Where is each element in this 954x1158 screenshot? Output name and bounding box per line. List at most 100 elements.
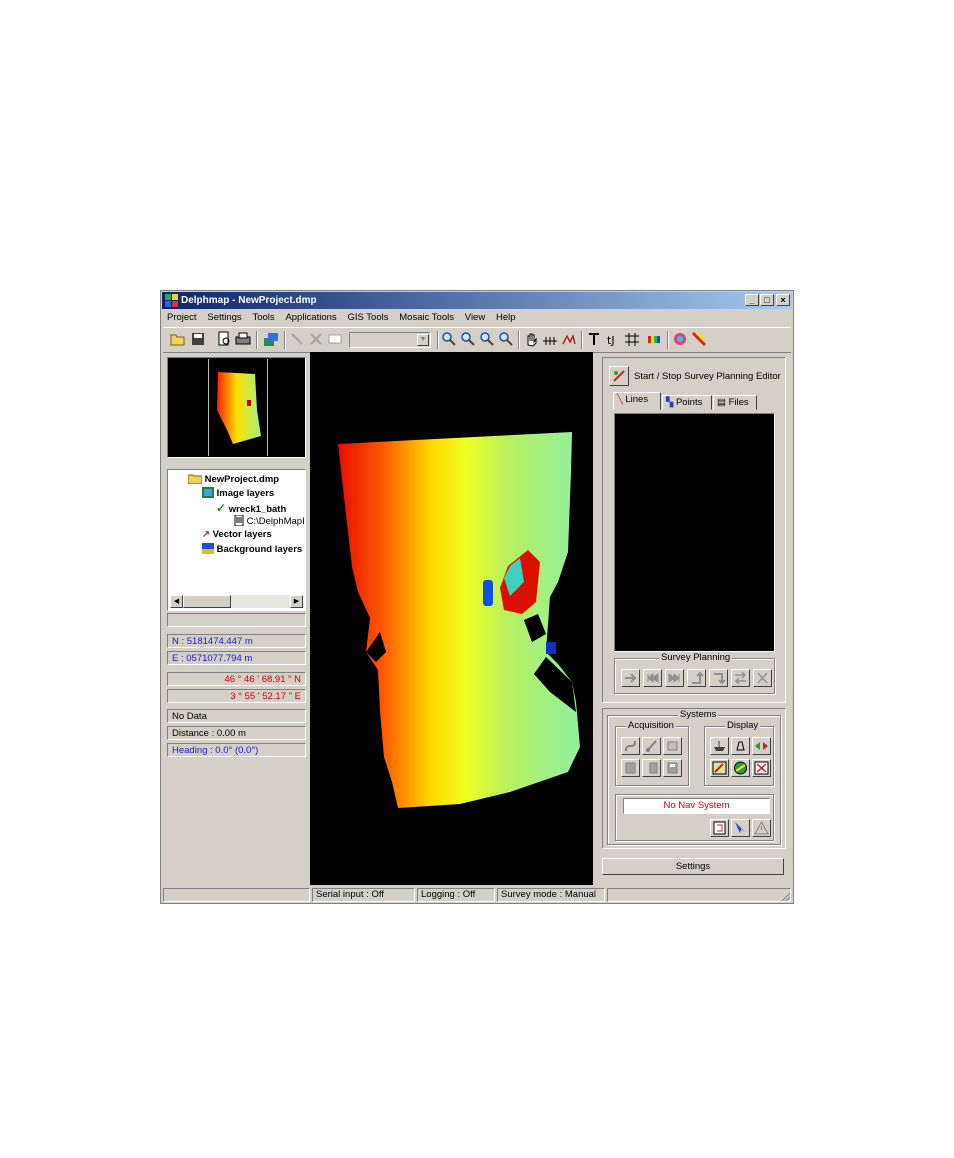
survey-editor-toggle-button[interactable] — [609, 366, 629, 386]
systems-group: Systems Acquisition Display No Nav Syste… — [607, 709, 781, 845]
survey-lines-list[interactable] — [614, 413, 775, 652]
heading-readout: Heading : 0.0° (0.0°) — [167, 743, 306, 757]
acquisition-button-6[interactable] — [663, 759, 682, 777]
settings-button[interactable]: Settings — [602, 858, 784, 875]
measure-icon[interactable] — [561, 331, 577, 347]
tab-points[interactable]: ▚ Points — [662, 395, 712, 410]
bell-icon — [736, 741, 745, 751]
skip-back-icon — [647, 672, 659, 684]
display-anchor-button[interactable] — [731, 737, 750, 755]
layer-select[interactable]: ▼ — [349, 332, 431, 348]
display-label: Display — [725, 720, 761, 731]
pointer-tool-icon[interactable] — [586, 331, 602, 347]
zoom-out-icon[interactable] — [479, 331, 495, 347]
resize-grip-icon[interactable] — [779, 890, 791, 902]
line-icon: ╲ — [617, 394, 623, 405]
first-button[interactable] — [643, 669, 662, 687]
north-coordinate: N : 5181474.447 m — [167, 634, 306, 648]
nav-config-icon — [713, 821, 726, 835]
rectangle-icon[interactable] — [327, 331, 343, 347]
tree-item-image-layers[interactable]: Image layers — [202, 487, 274, 499]
grid-icon[interactable] — [624, 331, 640, 347]
color-scale-icon[interactable] — [647, 331, 663, 347]
map-icon — [712, 761, 727, 775]
menu-project[interactable]: Project — [163, 310, 201, 325]
acquisition-button-4[interactable] — [621, 759, 640, 777]
shading-icon[interactable] — [691, 331, 707, 347]
turn-right-button[interactable] — [709, 669, 728, 687]
maximize-button[interactable]: □ — [760, 294, 774, 306]
scroll-thumb[interactable] — [183, 595, 231, 608]
tab-files[interactable]: ▤ Files — [713, 395, 757, 410]
stack-icon — [667, 741, 678, 751]
menu-mosaic-tools[interactable]: Mosaic Tools — [395, 310, 458, 325]
survey-planning-panel: Start / Stop Survey Planning Editor ╲ Li… — [602, 357, 786, 703]
title-bar: Delphmap - NewProject.dmp _ □ × — [162, 292, 792, 309]
draw-line-icon[interactable] — [289, 331, 305, 347]
save-icon[interactable] — [190, 331, 206, 347]
minimize-button[interactable]: _ — [745, 294, 759, 306]
acquisition-button-5[interactable] — [642, 759, 661, 777]
menu-help[interactable]: Help — [492, 310, 520, 325]
menu-view[interactable]: View — [461, 310, 489, 325]
close-button[interactable]: × — [776, 294, 790, 306]
display-map-button[interactable] — [710, 759, 729, 777]
nav-pointer-button[interactable] — [731, 819, 750, 837]
menu-settings[interactable]: Settings — [203, 310, 245, 325]
swap-button[interactable] — [731, 669, 750, 687]
last-button[interactable] — [665, 669, 684, 687]
text-tool-icon[interactable]: tJ — [605, 331, 621, 347]
chevron-down-icon[interactable]: ▼ — [417, 334, 429, 346]
tab-lines[interactable]: ╲ Lines — [613, 392, 661, 410]
display-globe-button[interactable] — [731, 759, 750, 777]
tree-item-background-layers[interactable]: Background layers — [202, 543, 302, 555]
scroll-right-icon[interactable]: ▶ — [290, 595, 303, 608]
longitude: 3 ° 55 ' 52.17 " E — [167, 689, 306, 703]
zoom-all-icon[interactable] — [441, 331, 457, 347]
acquisition-button-2[interactable] — [642, 737, 661, 755]
acquisition-group: Acquisition — [615, 720, 689, 786]
display-grid-button[interactable] — [752, 759, 771, 777]
pixel-value: No Data — [167, 709, 306, 723]
acquisition-label: Acquisition — [626, 720, 676, 731]
globe-icon — [734, 761, 747, 775]
delete-icon[interactable] — [308, 331, 324, 347]
print-preview-icon[interactable] — [216, 331, 232, 347]
tree-item-wreck-layer[interactable]: ✓ wreck1_bath — [216, 501, 286, 515]
brush-icon — [646, 740, 657, 752]
tree-horizontal-scrollbar[interactable]: ◀ ▶ — [170, 595, 303, 608]
display-boat-button[interactable] — [710, 737, 729, 755]
map-view[interactable] — [310, 352, 593, 885]
pan-hand-icon[interactable] — [523, 331, 539, 347]
tree-item-file[interactable]: C:\DelphMapI — [234, 514, 305, 527]
menu-applications[interactable]: Applications — [281, 310, 340, 325]
next-arrow-button[interactable] — [621, 669, 640, 687]
tree-label-file: C:\DelphMapI — [246, 516, 305, 527]
zoom-window-icon[interactable] — [498, 331, 514, 347]
print-icon[interactable] — [235, 331, 251, 347]
delete-line-button[interactable] — [753, 669, 772, 687]
survey-mode-status: Survey mode : Manual — [497, 888, 605, 902]
acquisition-button-3[interactable] — [663, 737, 682, 755]
nav-warning-button[interactable] — [752, 819, 771, 837]
checkmark-icon[interactable]: ✓ — [216, 501, 226, 515]
serial-input-status: Serial input : Off — [312, 888, 415, 902]
scroll-left-icon[interactable]: ◀ — [170, 595, 183, 608]
layer-export-icon[interactable] — [263, 331, 279, 347]
document-icon — [234, 514, 244, 527]
overview-map[interactable] — [167, 357, 306, 458]
status-panel-right — [607, 888, 791, 902]
palette-icon[interactable] — [672, 331, 688, 347]
turn-left-button[interactable] — [687, 669, 706, 687]
menu-tools[interactable]: Tools — [248, 310, 278, 325]
acquisition-button-1[interactable] — [621, 737, 640, 755]
profile-icon[interactable] — [542, 331, 558, 347]
tree-item-vector-layers[interactable]: ↗ Vector layers — [202, 529, 272, 540]
tree-item-project[interactable]: NewProject.dmp — [187, 473, 279, 485]
vector-icon: ↗ — [202, 529, 210, 540]
open-folder-icon[interactable] — [170, 331, 186, 347]
zoom-in-icon[interactable] — [460, 331, 476, 347]
nav-config-button[interactable] — [710, 819, 729, 837]
menu-gis-tools[interactable]: GIS Tools — [343, 310, 392, 325]
display-arrows-button[interactable] — [752, 737, 771, 755]
